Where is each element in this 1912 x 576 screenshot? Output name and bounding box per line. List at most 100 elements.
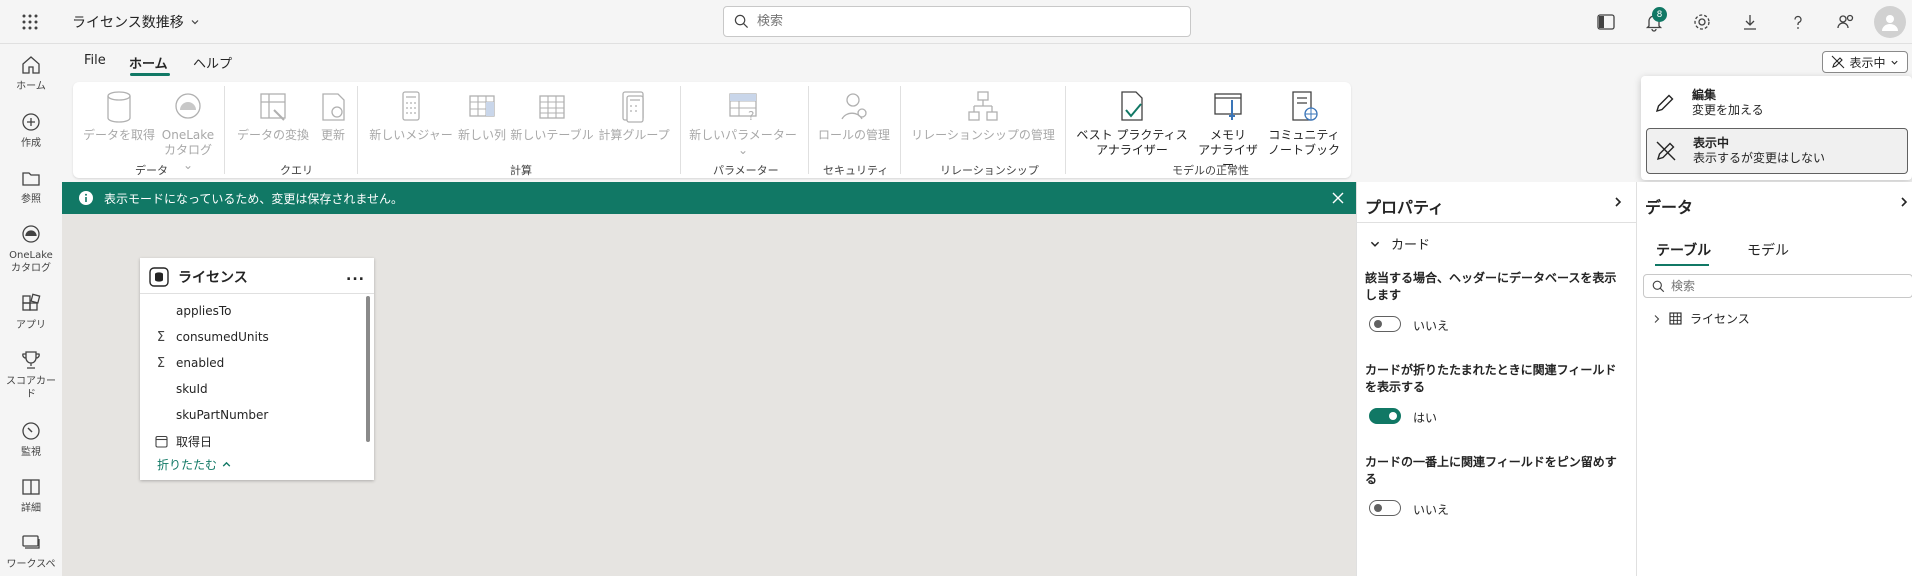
data-search[interactable] (1643, 274, 1912, 298)
sigma-icon: Σ (156, 329, 166, 345)
nav-create[interactable]: 作成 (0, 111, 62, 150)
help-question-icon[interactable] (1786, 10, 1810, 34)
nav-details-label: 詳細 (21, 503, 41, 514)
bpa-label-2: アナライザー (1096, 143, 1168, 157)
plus-circle-icon (22, 113, 40, 131)
table-card-title: ライセンス (178, 270, 248, 286)
field-row[interactable]: skuId (152, 378, 352, 400)
settings-gear-icon[interactable] (1690, 10, 1714, 34)
data-pane: データ テーブル モデル ライセンス (1636, 182, 1912, 576)
nav-monitor[interactable]: 監視 (0, 420, 62, 459)
close-icon[interactable] (1330, 190, 1346, 206)
new-parameter-button[interactable]: ? 新しいパラメーター ⌄ (688, 90, 798, 158)
mode-menu: 編集 変更を加える 表示中 表示するが変更はしない (1641, 76, 1912, 180)
get-data-button[interactable]: データを取得 (82, 90, 156, 143)
global-search-input[interactable] (757, 14, 1157, 29)
app-launcher-icon[interactable] (16, 10, 44, 34)
tab-file[interactable]: File (84, 53, 106, 68)
card-section-header[interactable]: カード (1369, 234, 1430, 253)
new-column-button[interactable]: 新しい列 (456, 90, 508, 143)
ribbon-separator (224, 86, 225, 174)
search-icon (734, 14, 749, 29)
new-table-button[interactable]: 新しいテーブル (508, 90, 596, 143)
manage-relationships-button[interactable]: リレーションシップの管理 (908, 90, 1058, 143)
new-measure-button[interactable]: 新しいメジャー (368, 90, 454, 143)
ribbon-separator (1065, 86, 1066, 174)
nav-workspaces[interactable]: ワークスペ (0, 532, 62, 571)
field-row[interactable]: 取得日 (152, 430, 352, 452)
nav-apps[interactable]: アプリ (0, 293, 62, 332)
tab-home-indicator (130, 73, 170, 76)
panel-toggle-icon[interactable] (1594, 10, 1618, 34)
onelake-icon (22, 225, 40, 243)
best-practice-analyzer-button[interactable]: ベスト プラクティス アナライザー (1074, 90, 1190, 158)
properties-title: プロパティ (1365, 198, 1445, 217)
nav-home[interactable]: ホーム (0, 54, 62, 93)
transform-data-button[interactable]: データの変換 (236, 90, 310, 143)
field-name: skuId (176, 382, 208, 396)
new-measure-label: 新しいメジャー (369, 128, 453, 142)
global-search[interactable] (723, 6, 1191, 37)
field-row[interactable]: appliesTo (152, 300, 352, 322)
calc-group-button[interactable]: 計算グループ (596, 90, 672, 143)
field-row[interactable]: Σ consumedUnits (152, 326, 352, 348)
toggle-pin-related[interactable] (1369, 500, 1401, 516)
field-row[interactable]: skuPartNumber (152, 404, 352, 426)
field-row[interactable]: Σ enabled (152, 352, 352, 374)
field-name: enabled (176, 356, 225, 370)
share-people-icon[interactable] (1834, 10, 1858, 34)
field-name: consumedUnits (176, 330, 269, 344)
memory-analyzer-button[interactable]: メモリ アナライザー (1194, 90, 1262, 173)
sigma-icon: Σ (156, 355, 166, 371)
nav-create-label: 作成 (21, 138, 41, 149)
menu-edit-title: 編集 (1692, 88, 1717, 102)
menu-item-view[interactable]: 表示中 表示するが変更はしない (1646, 128, 1908, 174)
calculator-icon (402, 91, 420, 121)
ribbon-separator (900, 86, 901, 174)
tab-help[interactable]: ヘルプ (193, 53, 232, 72)
user-avatar[interactable] (1874, 6, 1906, 38)
table-card[interactable]: ライセンス ... appliesTo Σ consumedUnits Σ en… (140, 258, 374, 480)
tab-model[interactable]: モデル (1747, 240, 1789, 260)
nav-onelake-label: OneLake カタログ (9, 250, 53, 274)
chevron-right-icon[interactable] (1899, 196, 1909, 208)
prop-label-show-database: 該当する場合、ヘッダーにデータベースを表示します (1365, 271, 1617, 302)
toggle-pin-related-value: いいえ (1413, 503, 1450, 517)
toggle-show-database[interactable] (1369, 316, 1401, 332)
tree-item-table[interactable]: ライセンス (1653, 310, 1750, 327)
menu-item-edit[interactable]: 編集 変更を加える (1646, 80, 1908, 126)
refresh-button[interactable]: 更新 (316, 90, 350, 143)
view-mode-button[interactable]: 表示中 (1822, 51, 1908, 73)
group-data-label: データ (135, 164, 168, 177)
book-open-icon (22, 479, 40, 495)
onelake-label-2: カタログ ⌄ (163, 143, 212, 172)
nav-home-label: ホーム (16, 81, 46, 92)
view-mode-banner: 表示モードになっているため、変更は保存されません。 (62, 182, 1356, 214)
folder-icon (22, 172, 40, 186)
data-search-input[interactable] (1671, 279, 1901, 293)
nav-scorecard[interactable]: スコアカード (0, 349, 62, 401)
relationship-icon (968, 91, 998, 121)
manage-roles-button[interactable]: ロールの管理 (816, 90, 892, 143)
collapse-button[interactable]: 折りたたむ (157, 456, 232, 473)
tree-item-label: ライセンス (1690, 312, 1750, 326)
nav-onelake-catalog[interactable]: OneLake カタログ (0, 223, 62, 275)
manage-roles-label: ロールの管理 (817, 128, 890, 142)
app-title-dropdown[interactable]: ライセンス数推移 (72, 12, 200, 32)
tab-home[interactable]: ホーム (129, 53, 168, 72)
more-options-icon[interactable]: ... (346, 268, 365, 284)
apps-grid-icon (22, 293, 41, 311)
refresh-label: 更新 (320, 128, 345, 142)
role-person-icon (841, 93, 867, 120)
nav-scorecard-label: スコアカード (6, 376, 56, 400)
memory-analyzer-icon (1214, 93, 1242, 120)
community-notebook-button[interactable]: コミュニティ ノートブック (1264, 90, 1344, 158)
card-scrollbar[interactable] (366, 296, 370, 442)
download-icon[interactable] (1738, 10, 1762, 34)
tab-tables[interactable]: テーブル (1656, 240, 1711, 260)
onelake-catalog-button[interactable]: OneLake カタログ ⌄ (160, 90, 216, 173)
chevron-right-icon[interactable] (1613, 196, 1623, 208)
nav-details[interactable]: 詳細 (0, 476, 62, 515)
nav-browse[interactable]: 参照 (0, 167, 62, 206)
toggle-show-related[interactable] (1369, 408, 1401, 424)
